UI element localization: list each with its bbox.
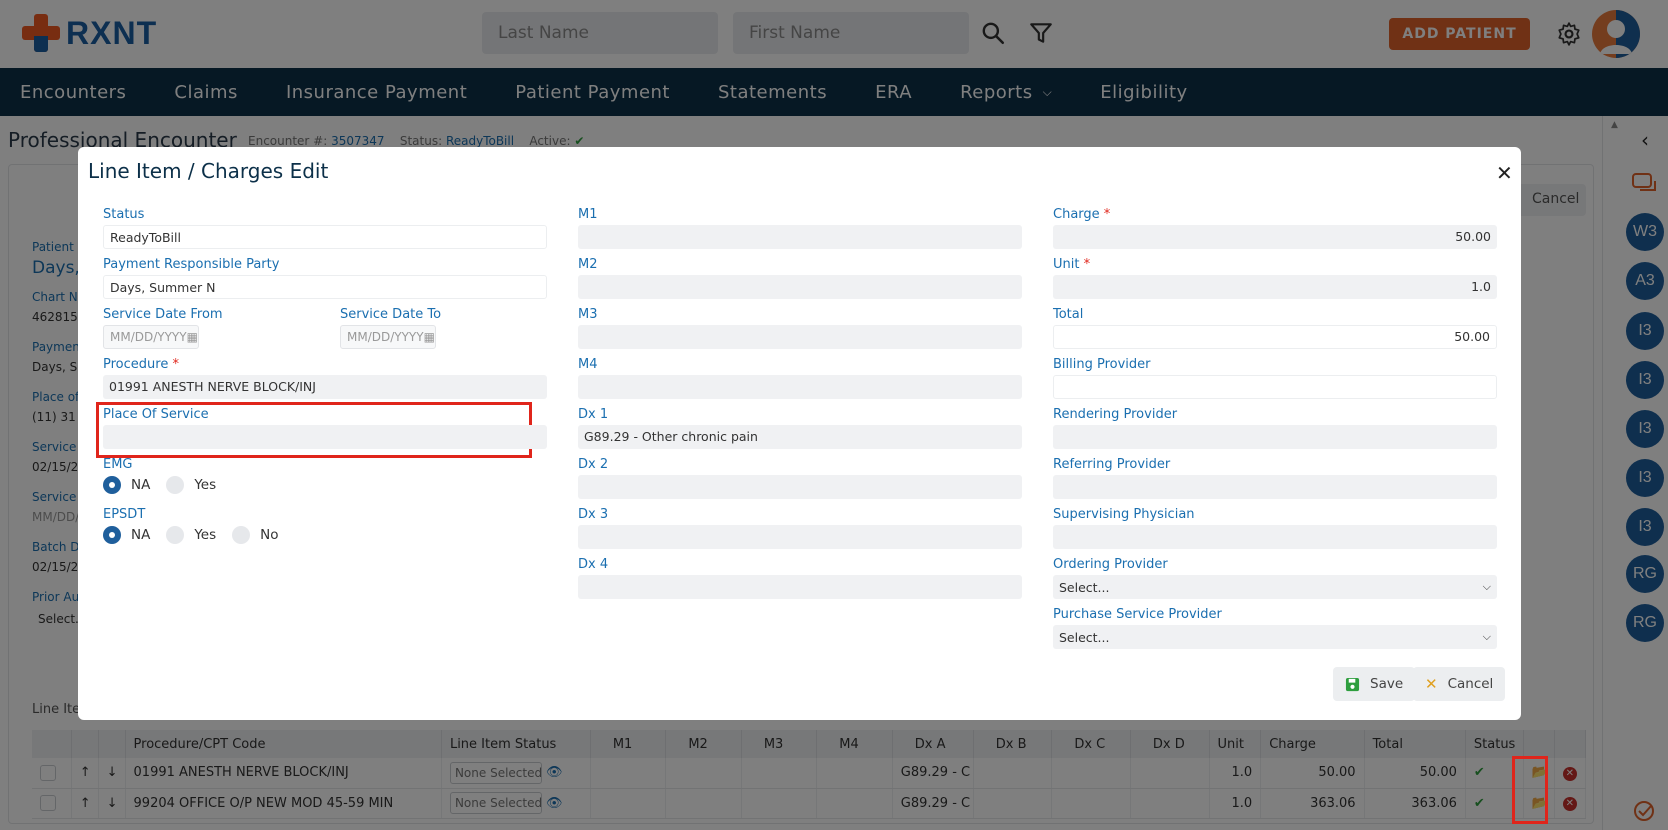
- ordering-provider-select[interactable]: Select... ⌵: [1053, 575, 1497, 599]
- chevron-down-icon: ⌵: [1482, 630, 1491, 643]
- line-item-edit-modal: Line Item / Charges Edit ✕ Status ReadyT…: [78, 147, 1521, 720]
- emg-radio-group: NA Yes: [103, 476, 232, 494]
- referring-provider-label: Referring Provider: [1053, 457, 1171, 472]
- save-icon: [1345, 677, 1360, 691]
- service-date-from-placeholder: MM/DD/YYYY: [110, 330, 187, 344]
- epsdt-radio-group: NA Yes No: [103, 526, 295, 544]
- emg-na-radio[interactable]: [103, 476, 121, 494]
- place-of-service-field[interactable]: [103, 425, 547, 449]
- status-label: Status: [103, 207, 145, 222]
- m1-field[interactable]: [578, 225, 1022, 249]
- epsdt-label: EPSDT: [103, 507, 146, 522]
- purchase-service-provider-select[interactable]: Select... ⌵: [1053, 625, 1497, 649]
- m2-label: M2: [578, 257, 598, 272]
- rendering-provider-label: Rendering Provider: [1053, 407, 1178, 422]
- referring-provider-field[interactable]: [1053, 475, 1497, 499]
- m4-label: M4: [578, 357, 598, 372]
- save-button[interactable]: Save: [1333, 667, 1416, 701]
- ordering-provider-value: Select...: [1059, 579, 1110, 595]
- ordering-provider-label: Ordering Provider: [1053, 557, 1168, 572]
- charge-field[interactable]: 50.00: [1053, 225, 1497, 249]
- cancel-button-label: Cancel: [1447, 676, 1494, 692]
- charge-label: Charge *: [1053, 207, 1110, 222]
- highlight-edit-icons: [1512, 756, 1548, 824]
- close-icon[interactable]: ✕: [1496, 161, 1513, 185]
- cancel-x-icon: ✕: [1425, 675, 1438, 693]
- service-date-from-label: Service Date From: [103, 307, 223, 322]
- unit-label: Unit *: [1053, 257, 1090, 272]
- service-date-to-placeholder: MM/DD/YYYY: [347, 330, 424, 344]
- rendering-provider-field[interactable]: [1053, 425, 1497, 449]
- epsdt-na-radio[interactable]: [103, 526, 121, 544]
- required-mark: *: [1103, 207, 1111, 222]
- service-date-from-input[interactable]: MM/DD/YYYY▦: [103, 325, 199, 349]
- m1-label: M1: [578, 207, 598, 222]
- dx4-field[interactable]: [578, 575, 1022, 599]
- epsdt-no-label: No: [260, 527, 279, 543]
- procedure-label: Procedure *: [103, 357, 179, 372]
- total-label: Total: [1053, 307, 1084, 322]
- modal-title: Line Item / Charges Edit: [88, 159, 329, 183]
- emg-na-label: NA: [131, 477, 151, 493]
- dx3-field[interactable]: [578, 525, 1022, 549]
- dx1-label: Dx 1: [578, 407, 609, 422]
- procedure-field[interactable]: 01991 ANESTH NERVE BLOCK/INJ: [103, 375, 547, 399]
- epsdt-no-radio[interactable]: [232, 526, 251, 544]
- service-date-to-input[interactable]: MM/DD/YYYY▦: [340, 325, 436, 349]
- m4-field[interactable]: [578, 375, 1022, 399]
- total-field: 50.00: [1053, 325, 1497, 349]
- purchase-service-provider-value: Select...: [1059, 629, 1110, 645]
- emg-label: EMG: [103, 457, 133, 472]
- epsdt-yes-radio[interactable]: [166, 526, 185, 544]
- status-field: ReadyToBill: [103, 225, 547, 249]
- dx2-field[interactable]: [578, 475, 1022, 499]
- calendar-icon[interactable]: ▦: [424, 330, 435, 344]
- purchase-service-provider-label: Purchase Service Provider: [1053, 607, 1222, 622]
- procedure-label-text: Procedure: [103, 357, 169, 372]
- unit-label-text: Unit: [1053, 257, 1080, 272]
- epsdt-na-label: NA: [131, 527, 151, 543]
- payment-responsible-party-label: Payment Responsible Party: [103, 257, 280, 272]
- dx1-field[interactable]: G89.29 - Other chronic pain: [578, 425, 1022, 449]
- emg-yes-radio[interactable]: [166, 476, 185, 494]
- m3-field[interactable]: [578, 325, 1022, 349]
- supervising-physician-label: Supervising Physician: [1053, 507, 1195, 522]
- dx2-label: Dx 2: [578, 457, 609, 472]
- billing-provider-field[interactable]: [1053, 375, 1497, 399]
- m2-field[interactable]: [578, 275, 1022, 299]
- calendar-icon[interactable]: ▦: [187, 330, 198, 344]
- epsdt-yes-label: Yes: [194, 527, 217, 543]
- required-mark: *: [1083, 257, 1091, 272]
- cancel-button[interactable]: ✕ Cancel: [1413, 667, 1506, 701]
- dx3-label: Dx 3: [578, 507, 609, 522]
- required-mark: *: [172, 357, 179, 372]
- chevron-down-icon: ⌵: [1482, 580, 1491, 593]
- payment-responsible-party-field: Days, Summer N: [103, 275, 547, 299]
- service-date-to-label: Service Date To: [340, 307, 442, 322]
- save-button-label: Save: [1370, 676, 1404, 692]
- emg-yes-label: Yes: [194, 477, 217, 493]
- dx4-label: Dx 4: [578, 557, 609, 572]
- charge-label-text: Charge: [1053, 207, 1100, 222]
- billing-provider-label: Billing Provider: [1053, 357, 1151, 372]
- place-of-service-label: Place Of Service: [103, 407, 209, 422]
- unit-field[interactable]: 1.0: [1053, 275, 1497, 299]
- supervising-physician-field[interactable]: [1053, 525, 1497, 549]
- m3-label: M3: [578, 307, 598, 322]
